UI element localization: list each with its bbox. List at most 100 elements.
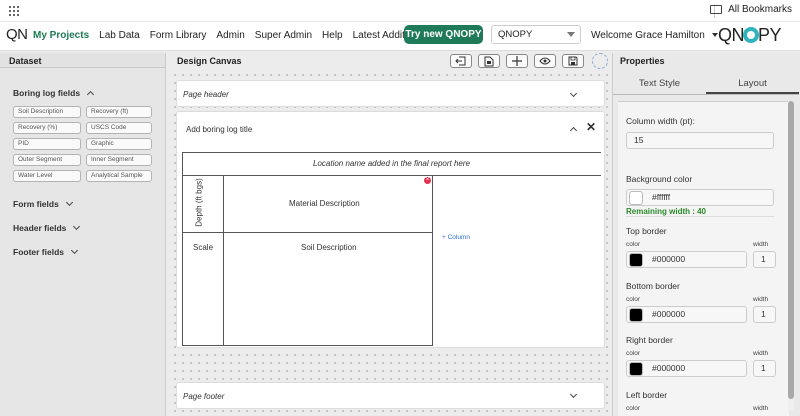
design-canvas-title: Design Canvas (177, 56, 242, 66)
top-border-label: Top border (626, 226, 667, 236)
layout-properties: Column width (pt): 15 Remaining width : … (618, 101, 789, 416)
add-column-link[interactable]: + Column (442, 234, 470, 241)
all-bookmarks-label: All Bookmarks (728, 4, 792, 15)
page-footer-section[interactable]: Page footer (176, 382, 605, 409)
field-chip[interactable]: Graphic (86, 138, 152, 150)
scrollbar-thumb[interactable] (788, 101, 794, 399)
boring-log-fields-label: Boring log fields (13, 88, 81, 98)
left-border-color-label: color (626, 405, 641, 412)
column-width-input[interactable]: 15 (626, 132, 774, 149)
top-navigation: QN My Projects Lab Data Form Library Adm… (0, 22, 800, 51)
page-footer-label: Page footer (183, 392, 225, 401)
chevron-down-icon (567, 32, 575, 37)
header-fields-toggle[interactable]: Header fields (0, 222, 165, 233)
field-chip[interactable]: Outer Segment (13, 154, 81, 166)
bottom-border-color-input[interactable]: #000000 (626, 306, 747, 323)
scale-column[interactable]: Scale (182, 232, 224, 346)
properties-scrollbar[interactable] (788, 101, 794, 411)
right-border-color-input[interactable]: #000000 (626, 360, 747, 377)
right-border-label: Right border (626, 335, 673, 345)
apps-grid-icon[interactable] (8, 5, 20, 17)
bottom-border-color-swatch[interactable] (629, 308, 643, 322)
form-fields-label: Form fields (13, 199, 59, 209)
save-icon (568, 56, 578, 66)
top-border-color-input[interactable]: #000000 (626, 251, 747, 268)
top-border-width-input[interactable]: 1 (753, 251, 776, 268)
properties-tabs: Text Style Layout (613, 73, 799, 95)
properties-panel: Properties Text Style Layout Column widt… (612, 53, 800, 416)
material-description-header[interactable]: Material Description × (223, 175, 433, 233)
right-border-width-label: width (753, 350, 769, 357)
left-border-label: Left border (626, 390, 668, 400)
brand-ring-icon (743, 27, 759, 43)
boring-log-field-chips: Soil Description Recovery (ft) Recovery … (13, 106, 165, 182)
field-chip[interactable]: Analytical Sample (86, 170, 152, 182)
location-text: Location name added in the final report … (313, 159, 470, 168)
field-chip[interactable]: Recovery (ft) (86, 106, 152, 118)
welcome-label: Welcome (591, 30, 633, 41)
all-bookmarks-link[interactable]: All Bookmarks (710, 4, 792, 15)
right-border-width-input[interactable]: 1 (753, 360, 776, 377)
boring-log-fields-toggle[interactable]: Boring log fields (0, 88, 165, 98)
tab-layout[interactable]: Layout (706, 73, 799, 94)
nav-item-admin[interactable]: Admin (216, 30, 244, 41)
chevron-down-icon (65, 198, 73, 207)
chevron-down-icon[interactable] (569, 89, 578, 98)
field-chip[interactable]: Soil Description (13, 106, 81, 118)
nav-item-my-projects[interactable]: My Projects (33, 30, 89, 41)
soil-description-label: Soil Description (301, 243, 357, 252)
footer-fields-toggle[interactable]: Footer fields (0, 246, 165, 257)
field-chip[interactable]: PID (13, 138, 81, 150)
project-select-value: QNOPY (498, 29, 533, 40)
add-button[interactable] (506, 54, 528, 68)
boring-log-title[interactable]: Add boring log title (186, 125, 252, 134)
user-menu[interactable]: Welcome Grace Hamilton (591, 30, 718, 41)
close-icon[interactable]: ✕ (586, 120, 596, 134)
nav-item-help[interactable]: Help (322, 30, 343, 41)
app-logo[interactable]: QN (6, 26, 28, 43)
field-chip[interactable]: USCS Code (86, 122, 152, 134)
bottom-border-width-input[interactable]: 1 (753, 306, 776, 323)
chevron-up-icon (87, 90, 95, 98)
remove-column-icon[interactable]: × (424, 177, 431, 184)
right-border-color-swatch[interactable] (629, 362, 643, 376)
tab-text-style[interactable]: Text Style (613, 73, 706, 94)
chevron-down-icon[interactable] (569, 390, 578, 399)
pdf-export-button[interactable] (478, 54, 500, 68)
nav-item-form-library[interactable]: Form Library (150, 30, 207, 41)
left-border-width-label: width (753, 405, 769, 412)
project-select[interactable]: QNOPY (491, 25, 581, 44)
eye-icon (539, 57, 551, 65)
exit-icon (455, 56, 466, 66)
form-fields-toggle[interactable]: Form fields (0, 198, 165, 209)
canvas-toolbar (450, 53, 608, 69)
preview-button[interactable] (534, 54, 556, 68)
nav-menu: My Projects Lab Data Form Library Admin … (33, 30, 433, 41)
nav-item-lab-data[interactable]: Lab Data (99, 30, 140, 41)
save-button[interactable] (562, 54, 584, 68)
page-header-section[interactable]: Page header (176, 80, 605, 107)
top-border-color-label: color (626, 241, 641, 248)
try-new-qnopy-button[interactable]: Try new QNOPY (404, 25, 483, 44)
depth-column-header[interactable]: Depth (ft bgs) (182, 175, 224, 233)
footer-fields-label: Footer fields (13, 247, 65, 257)
background-color-input[interactable]: #ffffff (626, 189, 774, 206)
brand-logo-text-end: PY (758, 25, 782, 45)
page-header-label: Page header (183, 90, 229, 99)
dataset-panel-title: Dataset (0, 53, 165, 68)
background-color-swatch[interactable] (629, 191, 643, 205)
field-chip[interactable]: Recovery (%) (13, 122, 81, 134)
bottom-border-width-label: width (753, 296, 769, 303)
caret-down-icon (711, 33, 718, 38)
field-chip[interactable]: Inner Segment (86, 154, 152, 166)
nav-item-super-admin[interactable]: Super Admin (255, 30, 312, 41)
design-canvas: Design Canvas Page header Add boring log… (171, 53, 612, 416)
field-chip[interactable]: Water Level (13, 170, 81, 182)
chevron-up-icon[interactable] (569, 126, 578, 135)
settings-gear-icon[interactable] (592, 53, 608, 69)
soil-description-column[interactable]: Soil Description (223, 232, 433, 346)
user-name: Grace Hamilton (635, 30, 705, 41)
exit-button[interactable] (450, 54, 472, 68)
location-row[interactable]: Location name added in the final report … (182, 152, 601, 176)
top-border-color-swatch[interactable] (629, 253, 643, 267)
